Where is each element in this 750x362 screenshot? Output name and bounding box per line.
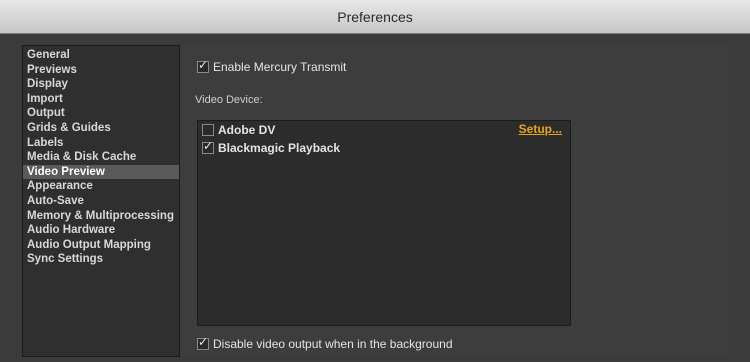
disable-background-output-option[interactable]: ✓ Disable video output when in the backg…: [197, 335, 453, 351]
enable-mercury-transmit-option[interactable]: ✓ Enable Mercury Transmit: [197, 58, 347, 74]
preferences-content: General Previews Display Import Output G…: [0, 34, 750, 362]
device-row-adobe-dv[interactable]: Adobe DV Setup...: [198, 121, 570, 139]
setup-link[interactable]: Setup...: [519, 122, 562, 136]
sidebar-item-media-disk-cache[interactable]: Media & Disk Cache: [23, 150, 179, 165]
sidebar-item-audio-hardware[interactable]: Audio Hardware: [23, 223, 179, 238]
device-name-adobe-dv: Adobe DV: [218, 123, 276, 137]
video-device-list: Adobe DV Setup... ✓ Blackmagic Playback: [197, 120, 571, 326]
window-title: Preferences: [0, 0, 750, 34]
device-name-blackmagic-playback: Blackmagic Playback: [218, 141, 341, 155]
checkmark-icon: ✓: [198, 58, 209, 72]
adobe-dv-checkbox[interactable]: [202, 124, 214, 136]
preferences-sidebar: General Previews Display Import Output G…: [22, 45, 180, 357]
sidebar-item-grids-guides[interactable]: Grids & Guides: [23, 121, 179, 136]
device-row-blackmagic-playback[interactable]: ✓ Blackmagic Playback: [198, 139, 570, 157]
sidebar-item-general[interactable]: General: [23, 48, 179, 63]
sidebar-item-display[interactable]: Display: [23, 77, 179, 92]
sidebar-item-previews[interactable]: Previews: [23, 63, 179, 78]
enable-mercury-transmit-checkbox[interactable]: ✓: [197, 58, 209, 73]
video-preview-panel: ✓ Enable Mercury Transmit Video Device: …: [181, 45, 729, 357]
sidebar-item-import[interactable]: Import: [23, 92, 179, 107]
checkmark-icon: ✓: [203, 139, 214, 153]
video-device-label: Video Device:: [195, 94, 263, 106]
sidebar-item-appearance[interactable]: Appearance: [23, 179, 179, 194]
sidebar-item-memory-multiprocessing[interactable]: Memory & Multiprocessing: [23, 209, 179, 224]
preferences-window: Preferences General Previews Display Imp…: [0, 0, 750, 362]
sidebar-item-labels[interactable]: Labels: [23, 136, 179, 151]
checkmark-icon: ✓: [198, 335, 209, 349]
enable-mercury-transmit-label: Enable Mercury Transmit: [213, 60, 347, 74]
disable-background-output-checkbox[interactable]: ✓: [197, 335, 209, 350]
sidebar-item-audio-output-mapping[interactable]: Audio Output Mapping: [23, 238, 179, 253]
blackmagic-playback-checkbox[interactable]: ✓: [202, 139, 214, 154]
sidebar-item-sync-settings[interactable]: Sync Settings: [23, 252, 179, 267]
sidebar-item-auto-save[interactable]: Auto-Save: [23, 194, 179, 209]
sidebar-item-output[interactable]: Output: [23, 106, 179, 121]
disable-background-output-label: Disable video output when in the backgro…: [213, 337, 453, 351]
sidebar-item-video-preview[interactable]: Video Preview: [23, 164, 179, 180]
